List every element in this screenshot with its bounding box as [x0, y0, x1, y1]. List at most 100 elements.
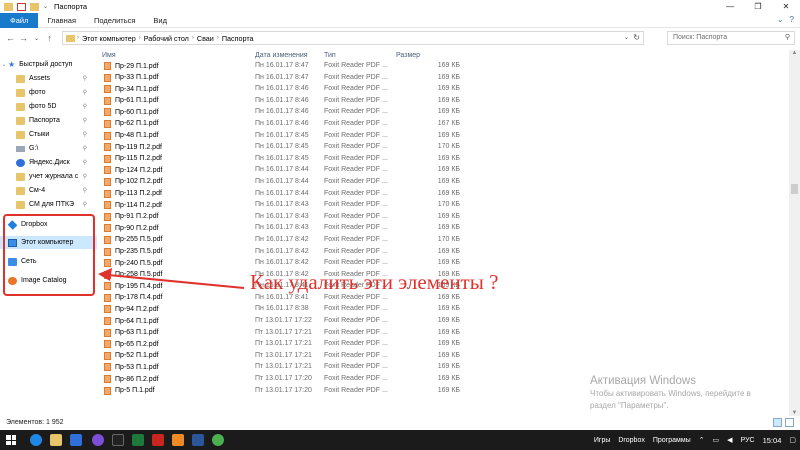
file-name[interactable]: Пр-65 П.2.pdf	[104, 340, 159, 349]
word-icon[interactable]	[192, 434, 204, 446]
chevron-up-icon[interactable]: ⌃	[699, 436, 705, 444]
file-name[interactable]: Пр-63 П.1.pdf	[104, 328, 159, 337]
file-row[interactable]: Пр-63 П.1.pdf Пт 13.01.17 17:21 Foxit Read…	[100, 328, 790, 341]
chrome-icon[interactable]	[212, 434, 224, 446]
file-name[interactable]: Пр-61 П.1.pdf	[104, 96, 159, 105]
file-name[interactable]: Пр-48 П.1.pdf	[104, 131, 159, 140]
help-icon[interactable]: ?	[790, 15, 794, 24]
game-icon[interactable]	[112, 434, 124, 446]
acrobat-icon[interactable]	[152, 434, 164, 446]
chevron-down-icon[interactable]: ⌄	[43, 3, 48, 10]
file-name[interactable]: Пр-62 П.1.pdf	[104, 119, 159, 128]
file-name[interactable]: Пр-29 П.1.pdf	[104, 62, 159, 70]
nav-item-quick-access[interactable]: ⌄ ★ Быстрый доступ	[0, 58, 97, 71]
details-view-icon[interactable]	[773, 418, 782, 427]
nav-item-assets[interactable]: Assets ⚲	[0, 72, 97, 85]
file-name[interactable]: Пр-115 П.2.pdf	[104, 154, 162, 163]
file-row[interactable]: Пр-48 П.1.pdf Пн 16.01.17 8:45 Foxit Reade…	[100, 131, 790, 144]
file-name[interactable]: Пр-5 П.1.pdf	[104, 386, 155, 395]
file-name[interactable]: Пр-53 П.1.pdf	[104, 363, 159, 372]
nav-item-styki[interactable]: Стыки ⚲	[0, 128, 97, 141]
file-name[interactable]: Пр-102 П.2.pdf	[104, 177, 162, 186]
tab-share[interactable]: Поделиться	[85, 13, 144, 28]
file-row[interactable]: Пр-91 П.2.pdf Пн 16.01.17 8:43 Foxit Reade…	[100, 212, 790, 225]
file-row[interactable]: Пр-94 П.2.pdf Пн 16.01.17 8:38 Foxit Reade…	[100, 305, 790, 317]
language-indicator[interactable]: РУС	[741, 437, 755, 444]
file-name[interactable]: Пр-90 П.2.pdf	[104, 224, 159, 233]
chevron-down-icon[interactable]: ⌄	[624, 32, 629, 44]
edge-icon[interactable]	[30, 434, 42, 446]
file-row[interactable]: Пр-114 П.2.pdf Пн 16.01.17 8:43 Foxit Read…	[100, 201, 790, 213]
recent-locations-button[interactable]: ⌄	[30, 35, 43, 42]
file-name[interactable]: Пр-34 П.1.pdf	[104, 85, 159, 94]
volume-icon[interactable]: ◀	[727, 436, 732, 444]
column-header-type[interactable]: Тип	[324, 52, 336, 59]
up-button[interactable]: ↑	[43, 33, 56, 43]
file-row[interactable]: Пр-53 П.1.pdf Пт 13.01.17 17:21 Foxit Read…	[100, 363, 790, 375]
column-header-date[interactable]: Дата изменения	[255, 52, 308, 59]
file-row[interactable]: Пр-113 П.2.pdf Пн 16.01.17 8:44 Foxit Read…	[100, 189, 790, 202]
tray-item-dropbox[interactable]: Dropbox	[618, 437, 644, 444]
store-icon[interactable]	[70, 434, 82, 446]
file-name[interactable]: Пр-113 П.2.pdf	[104, 189, 162, 198]
close-button[interactable]: ✕	[772, 0, 800, 13]
expand-ribbon-icon[interactable]: ⌄	[777, 15, 784, 24]
file-name[interactable]: Пр-33 П.1.pdf	[104, 73, 159, 82]
tab-home[interactable]: Главная	[38, 13, 85, 28]
nav-item-uchet-zhurnala[interactable]: учет журнала с ⚲	[0, 170, 97, 183]
file-row[interactable]: Пр-60 П.1.pdf Пн 16.01.17 8:46 Foxit Reade…	[100, 108, 790, 120]
vertical-scrollbar[interactable]: ▲ ▼	[789, 50, 800, 416]
nav-item-drive-g[interactable]: G:\ ⚲	[0, 142, 97, 155]
file-row[interactable]: Пр-102 П.2.pdf Пн 16.01.17 8:44 Foxit Read…	[100, 177, 790, 190]
maximize-button[interactable]: ❐	[744, 0, 772, 13]
file-name[interactable]: Пр-52 П.1.pdf	[104, 351, 159, 360]
address-bar[interactable]: › Этот компьютер › Рабочий стол › Сваи ›…	[62, 31, 644, 45]
refresh-icon[interactable]: ↻	[633, 32, 640, 44]
back-button[interactable]: ←	[4, 33, 17, 43]
chevron-right-icon[interactable]: ›	[217, 35, 219, 41]
file-name[interactable]: Пр-255 П.5.pdf	[104, 235, 162, 244]
file-name[interactable]: Пр-119 П.2.pdf	[104, 143, 162, 152]
file-row[interactable]: Пр-33 П.1.pdf Пн 16.01.17 8:47 Foxit Reade…	[100, 73, 790, 86]
excel-icon[interactable]	[132, 434, 144, 446]
nav-item-foto[interactable]: фото ⚲	[0, 86, 97, 99]
file-name[interactable]: Пр-91 П.2.pdf	[104, 212, 159, 221]
tray-item-games[interactable]: Игры	[594, 437, 611, 444]
file-row[interactable]: Пр-29 П.1.pdf Пн 16.01.17 8:47 Foxit Reade…	[100, 62, 790, 74]
file-row[interactable]: Пр-61 П.1.pdf Пн 16.01.17 8:46 Foxit Reade…	[100, 96, 790, 109]
tab-view[interactable]: Вид	[144, 13, 176, 28]
file-name[interactable]: Пр-258 П.5.pdf	[104, 270, 162, 279]
file-row[interactable]: Пр-52 П.1.pdf Пт 13.01.17 17:21 Foxit Read…	[100, 351, 790, 364]
windows-start-icon[interactable]	[6, 435, 16, 445]
file-row[interactable]: Пр-62 П.1.pdf Пн 16.01.17 8:46 Foxit Reade…	[100, 119, 790, 132]
file-name[interactable]: Пр-240 П.5.pdf	[104, 259, 162, 268]
breadcrumb-pasporta[interactable]: Паспорта	[222, 34, 254, 43]
notifications-icon[interactable]: ▢	[789, 436, 796, 444]
search-input[interactable]: Поиск: Паспорта ⚲	[667, 31, 795, 45]
forward-button[interactable]: →	[17, 33, 30, 43]
explorer-icon[interactable]	[50, 434, 62, 446]
viber-icon[interactable]	[92, 434, 104, 446]
breadcrumb-svai[interactable]: Сваи	[197, 34, 214, 43]
properties-icon[interactable]	[17, 2, 26, 11]
chevron-right-icon[interactable]: ›	[192, 35, 194, 41]
file-name[interactable]: Пр-94 П.2.pdf	[104, 305, 159, 314]
scrollbar-thumb[interactable]	[791, 184, 798, 194]
nav-item-sm-4[interactable]: См-4 ⚲	[0, 184, 97, 197]
chevron-right-icon[interactable]: ›	[139, 35, 141, 41]
breadcrumb-computer[interactable]: Этот компьютер	[82, 34, 136, 43]
network-tray-icon[interactable]: ▭	[713, 436, 720, 444]
app-icon[interactable]	[172, 434, 184, 446]
tray-item-programs[interactable]: Программы	[653, 437, 691, 444]
column-header-name[interactable]: Имя	[102, 52, 116, 59]
chevron-down-icon[interactable]: ⌄	[0, 61, 8, 68]
large-icons-view-icon[interactable]	[785, 418, 794, 427]
file-name[interactable]: Пр-64 П.1.pdf	[104, 317, 159, 326]
file-name[interactable]: Пр-124 П.2.pdf	[104, 166, 162, 175]
scroll-up-icon[interactable]: ▲	[789, 50, 800, 56]
file-name[interactable]: Пр-60 П.1.pdf	[104, 108, 159, 117]
file-row[interactable]: Пр-119 П.2.pdf Пн 16.01.17 8:45 Foxit Read…	[100, 143, 790, 155]
file-name[interactable]: Пр-86 П.2.pdf	[104, 375, 159, 384]
file-row[interactable]: Пр-240 П.5.pdf Пн 16.01.17 8:42 Foxit Read…	[100, 259, 790, 271]
file-row[interactable]: Пр-235 П.5.pdf Пн 16.01.17 8:42 Foxit Read…	[100, 247, 790, 260]
